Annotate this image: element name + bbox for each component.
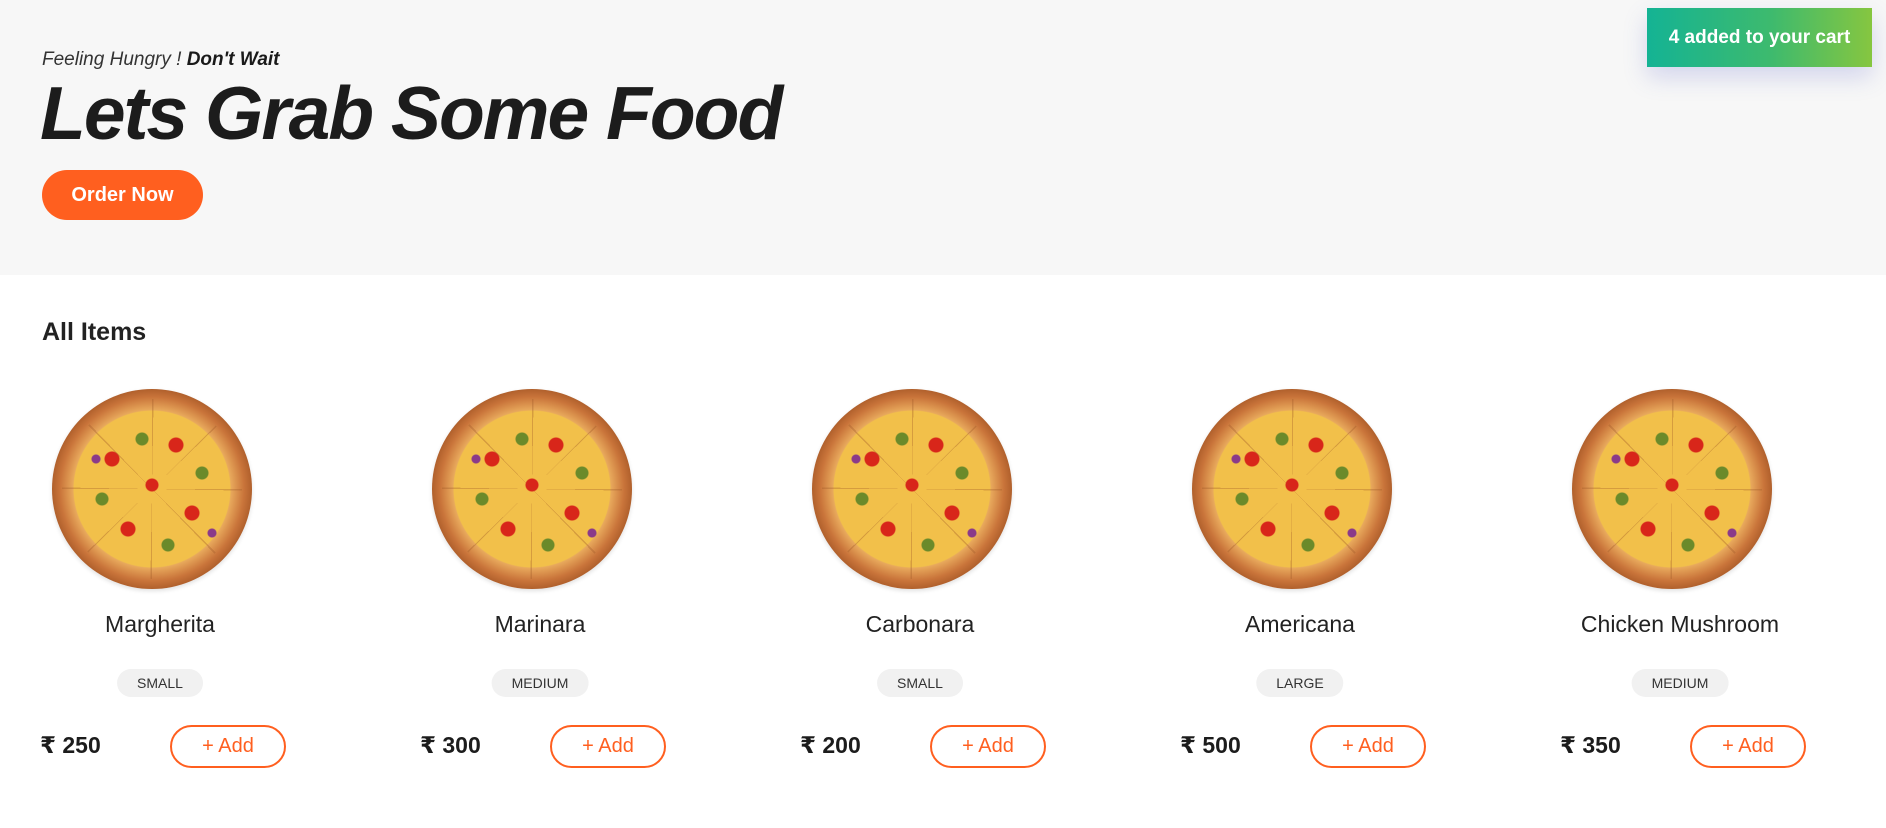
product-name: Chicken Mushroom <box>1580 611 1780 637</box>
product-name: Carbonara <box>865 611 975 637</box>
add-to-cart-button[interactable]: + Add <box>1690 725 1806 768</box>
product-card: Chicken Mushroom MEDIUM ₹ 350 + Add <box>1530 385 1830 785</box>
product-card: Marinara MEDIUM ₹ 300 + Add <box>390 385 690 785</box>
add-to-cart-button[interactable]: + Add <box>550 725 666 768</box>
pizza-image <box>52 389 252 589</box>
hero-banner: Feeling Hungry ! Don't Wait Lets Grab So… <box>0 0 1886 275</box>
add-to-cart-button[interactable]: + Add <box>1310 725 1426 768</box>
product-card: Margherita SMALL ₹ 250 + Add <box>10 385 310 785</box>
section-title: All Items <box>42 318 147 346</box>
pizza-image <box>1192 389 1392 589</box>
product-price: ₹ 500 <box>1180 732 1241 758</box>
add-to-cart-button[interactable]: + Add <box>170 725 286 768</box>
size-badge: SMALL <box>877 669 963 697</box>
tagline-emphasis: Don't Wait <box>186 49 280 70</box>
product-name: Margherita <box>105 611 215 637</box>
product-price: ₹ 200 <box>800 732 861 758</box>
cart-toast-notification: 4 added to your cart <box>1647 8 1872 67</box>
product-name: Americana <box>1245 611 1355 637</box>
product-card: Americana LARGE ₹ 500 + Add <box>1150 385 1450 785</box>
size-badge: MEDIUM <box>491 669 589 697</box>
size-badge: LARGE <box>1256 669 1344 697</box>
product-name: Marinara <box>494 611 586 637</box>
product-price: ₹ 250 <box>40 732 101 758</box>
pizza-image <box>812 389 1012 589</box>
tagline-text: Feeling Hungry ! <box>42 49 187 70</box>
pizza-image <box>1572 389 1772 589</box>
hero-tagline: Feeling Hungry ! Don't Wait <box>42 49 280 71</box>
product-price: ₹ 300 <box>420 732 481 758</box>
order-now-button[interactable]: Order Now <box>42 170 203 220</box>
size-badge: SMALL <box>117 669 203 697</box>
size-badge: MEDIUM <box>1631 669 1729 697</box>
product-card: Carbonara SMALL ₹ 200 + Add <box>770 385 1070 785</box>
hero-headline: Lets Grab Some Food <box>40 71 783 155</box>
product-price: ₹ 350 <box>1560 732 1621 758</box>
add-to-cart-button[interactable]: + Add <box>930 725 1046 768</box>
pizza-image <box>432 389 632 589</box>
